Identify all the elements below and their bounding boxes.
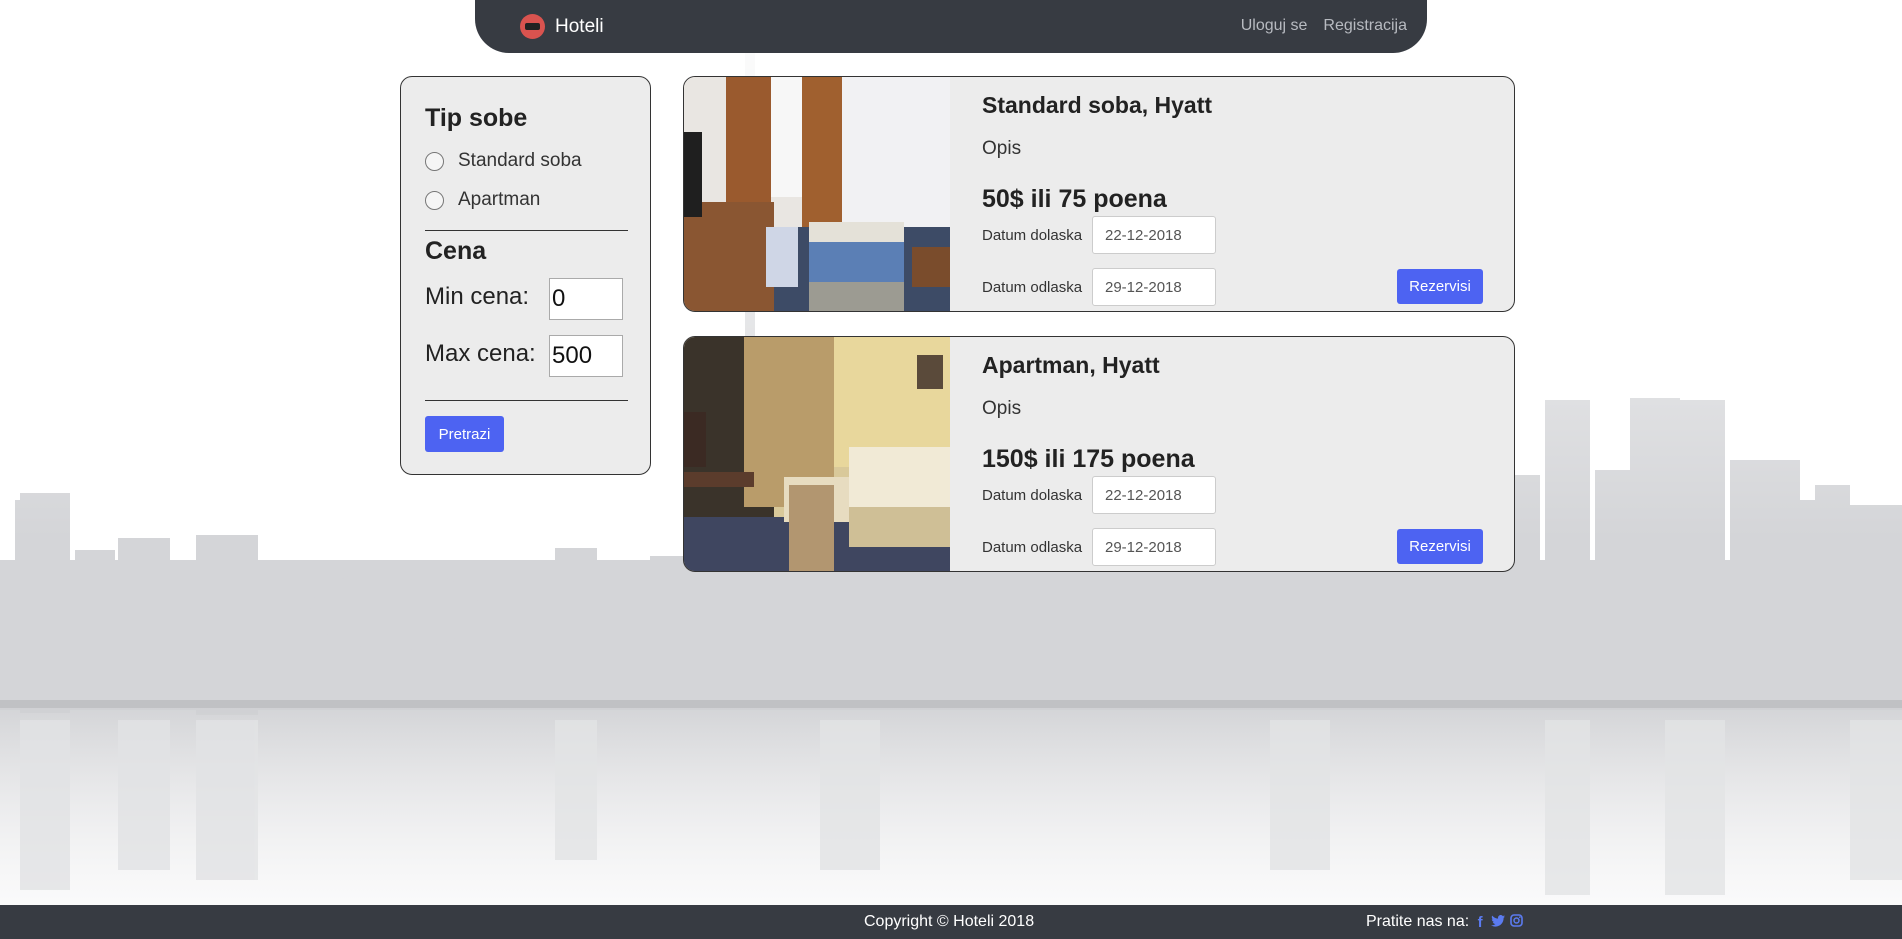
departure-label: Datum odlaska — [982, 279, 1083, 296]
radio-standard-room[interactable]: Standard soba — [425, 150, 582, 172]
departure-date-input[interactable] — [1092, 268, 1216, 306]
search-button[interactable]: Pretrazi — [425, 416, 504, 452]
departure-label: Datum odlaska — [982, 539, 1083, 556]
max-price-input[interactable] — [549, 335, 623, 377]
room-price: 50$ ili 75 poena — [982, 185, 1167, 213]
departure-date-input[interactable] — [1092, 528, 1216, 566]
radio-apartment[interactable]: Apartman — [425, 189, 540, 211]
login-link[interactable]: Uloguj se — [1241, 17, 1308, 35]
hotel-logo-icon — [520, 14, 545, 39]
social-links: Pratite nas na: f — [1366, 913, 1523, 931]
facebook-icon[interactable]: f — [1473, 914, 1487, 931]
radio-button[interactable] — [425, 190, 444, 210]
instagram-icon[interactable] — [1509, 913, 1523, 931]
arrival-label: Datum dolaska — [982, 487, 1083, 504]
room-title: Apartman, Hyatt — [982, 352, 1160, 378]
min-price-input[interactable] — [549, 278, 623, 320]
top-navbar: Hoteli Uloguj se Registracija — [475, 0, 1427, 53]
arrival-date-input[interactable] — [1092, 216, 1216, 254]
twitter-icon[interactable] — [1491, 914, 1506, 931]
room-photo — [684, 337, 950, 571]
arrival-date-input[interactable] — [1092, 476, 1216, 514]
room-card: Standard soba, Hyatt Opis 50$ ili 75 poe… — [683, 76, 1515, 312]
radio-label: Apartman — [458, 189, 541, 210]
price-heading: Cena — [425, 237, 487, 265]
room-type-heading: Tip sobe — [425, 104, 528, 132]
room-price: 150$ ili 175 poena — [982, 445, 1195, 473]
footer: Copyright © Hoteli 2018 Pratite nas na: … — [0, 905, 1902, 939]
divider — [425, 400, 628, 401]
arrival-label: Datum dolaska — [982, 227, 1083, 244]
room-description: Opis — [982, 398, 1022, 419]
book-button[interactable]: Rezervisi — [1397, 529, 1483, 564]
brand-name: Hoteli — [555, 15, 604, 37]
brand-link[interactable]: Hoteli — [520, 14, 604, 39]
radio-label: Standard soba — [458, 150, 582, 171]
register-link[interactable]: Registracija — [1323, 17, 1407, 35]
filter-panel: Tip sobe Standard soba Apartman Cena Min… — [400, 76, 651, 475]
room-photo — [684, 77, 950, 311]
radio-button[interactable] — [425, 151, 444, 171]
copyright-text: Copyright © Hoteli 2018 — [864, 913, 1035, 930]
divider — [425, 230, 628, 231]
follow-label: Pratite nas na: — [1366, 913, 1470, 930]
max-price-label: Max cena: — [425, 340, 536, 367]
room-card: Apartman, Hyatt Opis 150$ ili 175 poena … — [683, 336, 1515, 572]
room-title: Standard soba, Hyatt — [982, 92, 1213, 118]
room-description: Opis — [982, 138, 1022, 159]
min-price-label: Min cena: — [425, 283, 530, 310]
nav-links: Uloguj se Registracija — [1241, 17, 1407, 35]
book-button[interactable]: Rezervisi — [1397, 269, 1483, 304]
